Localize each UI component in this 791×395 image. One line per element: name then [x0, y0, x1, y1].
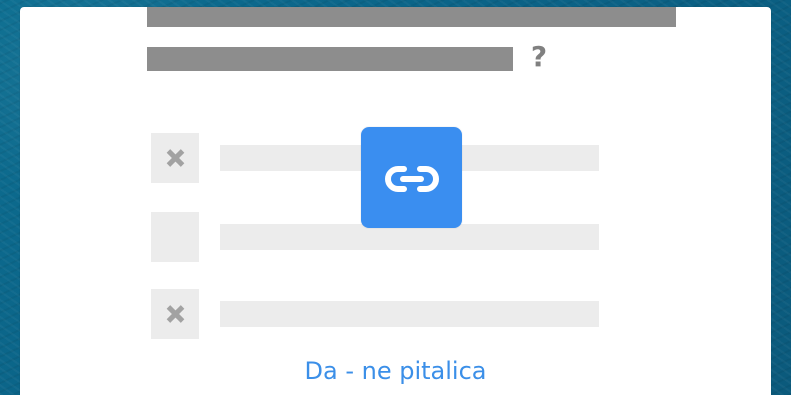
redacted-title-line-1 [147, 7, 676, 27]
option-box [151, 289, 199, 339]
redacted-title-line-2 [147, 47, 513, 71]
x-icon [164, 303, 186, 325]
option-box [151, 133, 199, 183]
question-icon: ? [530, 40, 548, 73]
footer-link[interactable]: Da - ne pitalica [20, 356, 771, 386]
redacted-option-text [220, 301, 599, 327]
link-icon [384, 165, 439, 192]
link-button[interactable] [361, 127, 462, 228]
x-icon [164, 147, 186, 169]
option-box [151, 212, 199, 262]
dialog-card: ? Da - ne pitalica [20, 7, 771, 395]
list-item [151, 289, 599, 339]
